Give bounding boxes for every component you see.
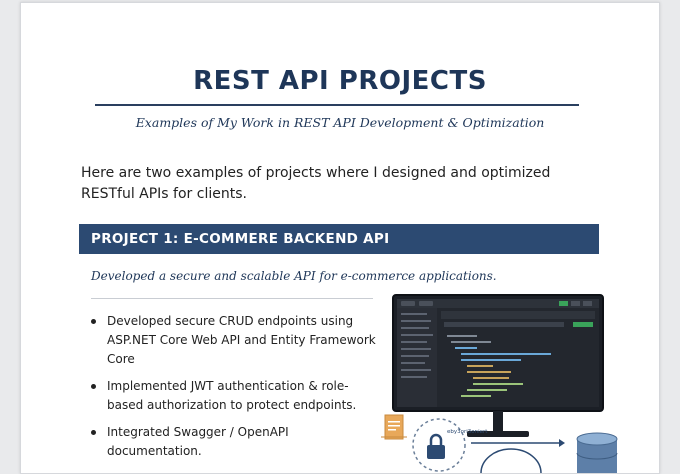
bullet-text: Implemented JWT authentication & role-ba…	[107, 379, 357, 412]
project-1-bullet-list: Developed secure CRUD endpoints using AS…	[89, 312, 379, 469]
project-1-tagline: Developed a secure and scalable API for …	[91, 269, 497, 283]
list-item: Developed secure CRUD endpoints using AS…	[89, 312, 379, 369]
page-subtitle: Examples of My Work in REST API Developm…	[135, 115, 545, 130]
intro-paragraph: Here are two examples of projects where …	[81, 165, 551, 202]
section-divider	[91, 298, 373, 299]
monitor-icon	[392, 294, 604, 437]
title-divider	[95, 104, 579, 106]
bullet-icon	[91, 319, 96, 324]
api-illustration: eby3ori3oniert	[381, 294, 618, 473]
document-page: REST API PROJECTS Examples of My Work in…	[20, 2, 660, 474]
page-title: REST API PROJECTS	[193, 66, 487, 96]
database-icon	[576, 432, 618, 473]
bullet-text: Developed secure CRUD endpoints using AS…	[107, 314, 376, 366]
bullet-icon	[91, 384, 96, 389]
illustration-label: eby3ori3oniert	[447, 429, 488, 435]
project-1-heading: PROJECT 1: E-COMMERE BACKEND API	[79, 224, 599, 254]
bullet-text: Integrated Swagger / OpenAPI documentati…	[107, 425, 289, 458]
lock-icon	[427, 433, 445, 459]
bullet-icon	[91, 430, 96, 435]
document-icon	[381, 414, 407, 440]
list-item: Integrated Swagger / OpenAPI documentati…	[89, 423, 379, 461]
list-item: Implemented JWT authentication & role-ba…	[89, 377, 379, 415]
